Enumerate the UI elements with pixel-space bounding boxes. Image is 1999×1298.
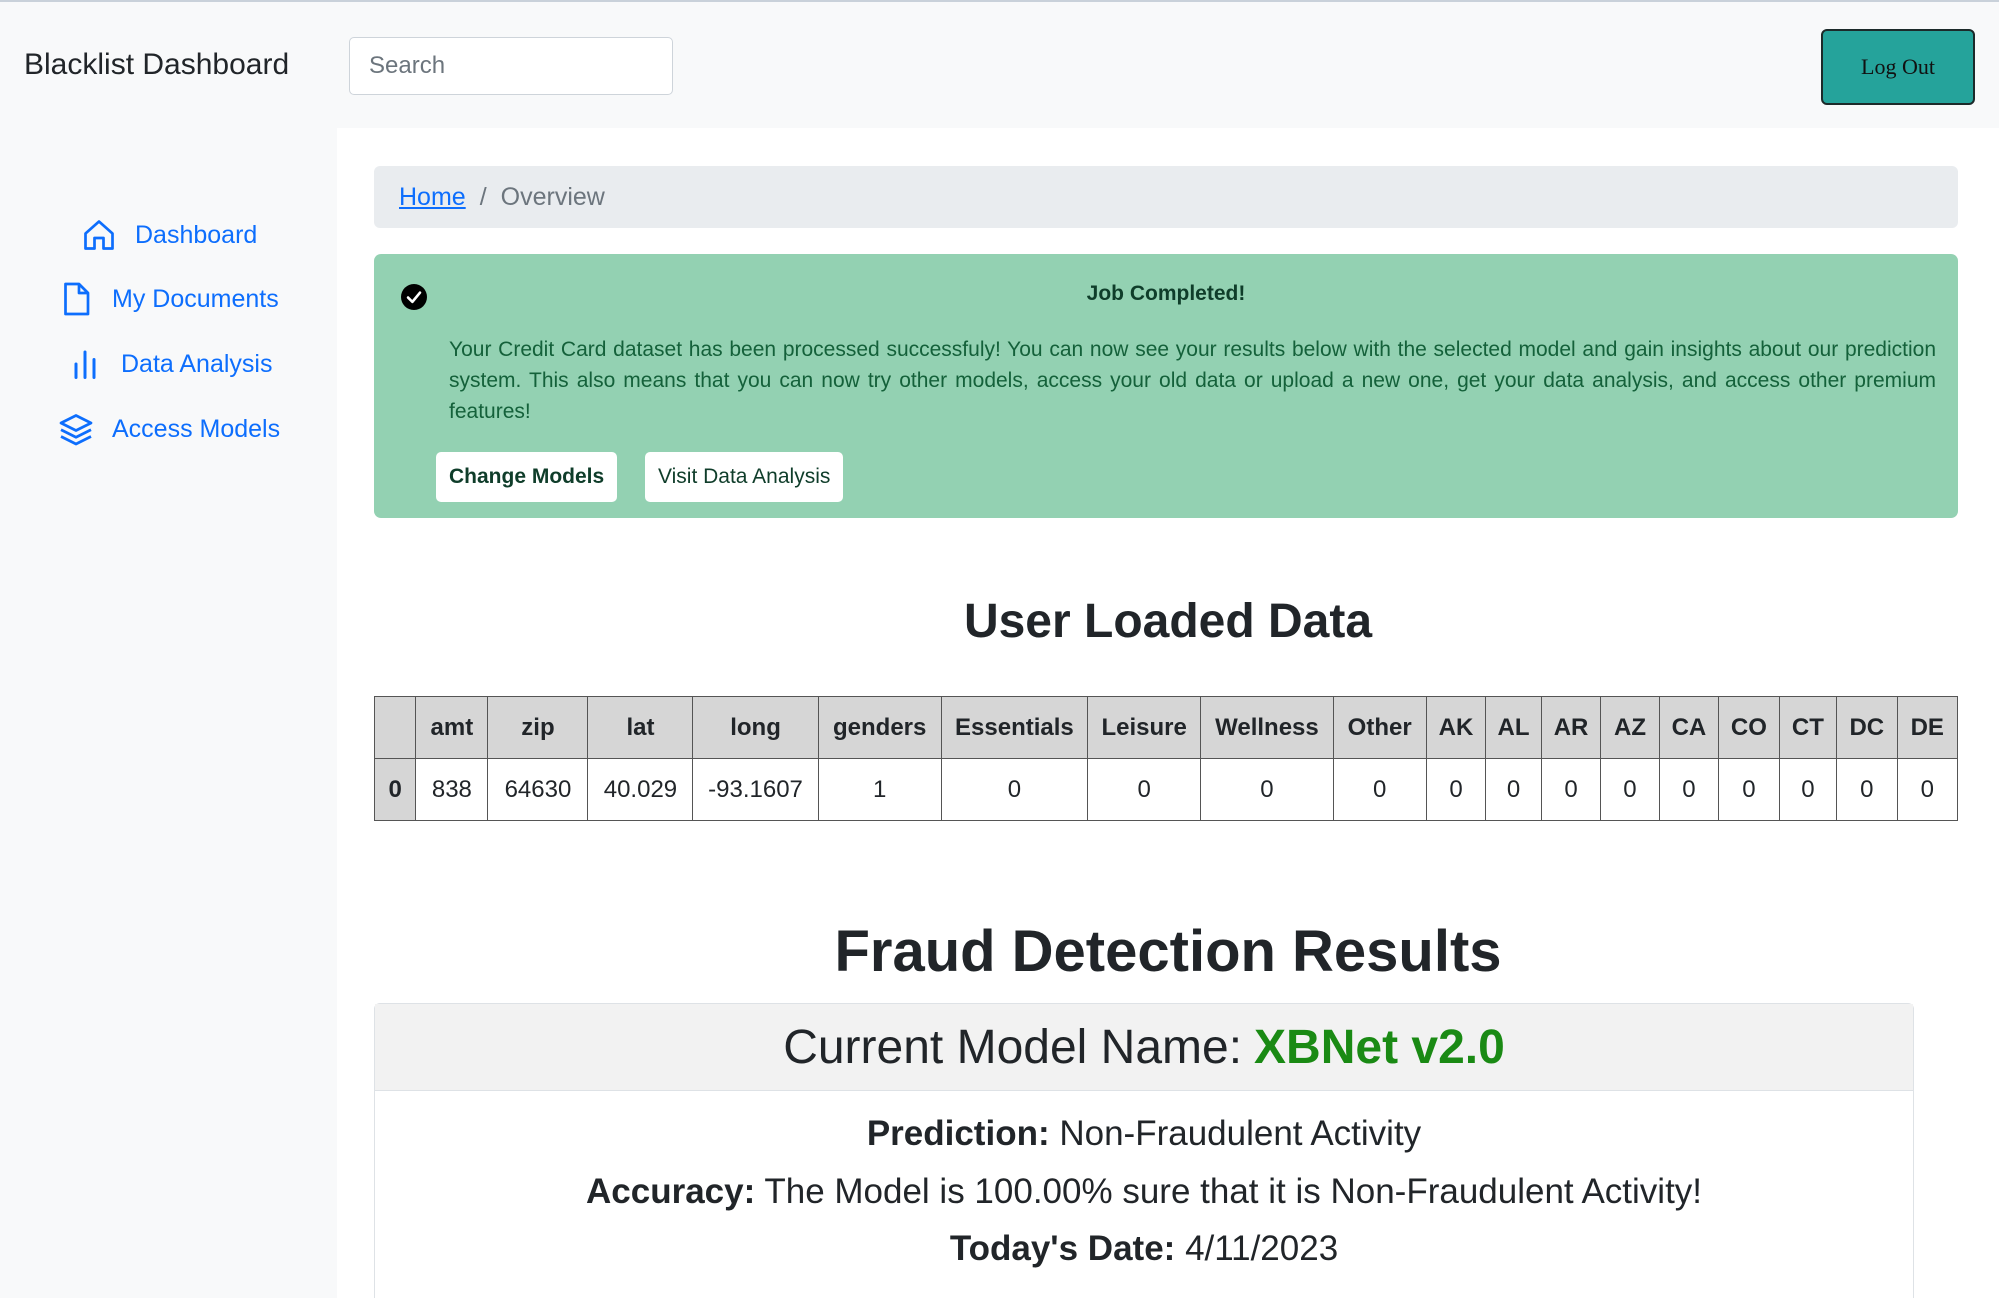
- model-label: Current Model Name:: [783, 1020, 1243, 1074]
- sidebar-item-label: Access Models: [112, 414, 281, 443]
- prediction-label: Prediction:: [866, 1114, 1050, 1153]
- column-header: Leisure: [1087, 696, 1202, 759]
- column-header: AZ: [1600, 696, 1660, 759]
- user-data-heading: User Loaded Data: [963, 595, 1373, 648]
- bar-chart-icon: [74, 350, 96, 379]
- sidebar: Dashboard My Documents Data Analysis Acc…: [5, 128, 337, 1298]
- table-cell: 0: [1485, 758, 1542, 821]
- table-cell: 0: [1658, 758, 1720, 821]
- visit-data-analysis-button[interactable]: Visit Data Analysis: [645, 452, 844, 502]
- table-cell: 64630: [487, 758, 589, 821]
- column-header: [374, 696, 417, 759]
- column-header: DC: [1836, 696, 1898, 759]
- table-cell: 0: [940, 758, 1089, 821]
- table-header-row: amt zip lat long genders Essentials Leis…: [374, 696, 1958, 759]
- column-header: Other: [1332, 696, 1427, 759]
- table-cell: 0: [1087, 758, 1202, 821]
- column-header: amt: [415, 696, 489, 759]
- sidebar-item-label: Dashboard: [135, 220, 258, 249]
- results-card-header: Current Model Name: XBNet v2.0: [375, 1004, 1913, 1091]
- breadcrumb: Home / Overview: [374, 166, 1958, 228]
- column-header: Wellness: [1200, 696, 1334, 759]
- table-cell: 0: [1896, 758, 1958, 821]
- layers-icon: [59, 414, 93, 446]
- accuracy-label: Accuracy:: [585, 1172, 756, 1211]
- brand-title: Blacklist Dashboard: [24, 48, 290, 81]
- table-cell: 1: [817, 758, 942, 821]
- results-card: Current Model Name: XBNet v2.0 Predictio…: [374, 1003, 1914, 1298]
- table-cell: 0: [1718, 758, 1780, 821]
- column-header: CO: [1718, 696, 1780, 759]
- date-label: Today's Date:: [949, 1229, 1176, 1268]
- file-icon: [64, 282, 90, 316]
- column-header: AL: [1485, 696, 1542, 759]
- home-icon: [84, 220, 114, 250]
- column-header: zip: [487, 696, 589, 759]
- sidebar-item-access-models[interactable]: Access Models: [58, 411, 280, 447]
- table-cell: 0: [374, 758, 417, 821]
- column-header: long: [692, 696, 819, 759]
- sidebar-item-data-analysis[interactable]: Data Analysis: [67, 346, 272, 382]
- breadcrumb-current: Overview: [500, 182, 605, 211]
- alert-title: Job Completed!: [1086, 282, 1246, 305]
- logout-button[interactable]: Log Out: [1821, 29, 1975, 105]
- date-value: 4/11/2023: [1185, 1229, 1339, 1268]
- sidebar-item-dashboard[interactable]: Dashboard: [81, 217, 257, 253]
- prediction-line: Prediction: Non-Fraudulent Activity: [375, 1114, 1913, 1154]
- accuracy-value: The Model is 100.00% sure that it is Non…: [764, 1172, 1703, 1211]
- date-line: Today's Date: 4/11/2023: [375, 1229, 1913, 1269]
- breadcrumb-separator: /: [479, 182, 487, 211]
- accuracy-line: Accuracy: The Model is 100.00% sure that…: [375, 1172, 1913, 1212]
- user-data-table: amt zip lat long genders Essentials Leis…: [374, 696, 1958, 821]
- user-data-table-container[interactable]: amt zip lat long genders Essentials Leis…: [374, 696, 1958, 826]
- top-navbar: Blacklist Dashboard Log Out: [0, 0, 1999, 128]
- column-header: AR: [1540, 696, 1602, 759]
- table-cell: -93.1607: [692, 758, 819, 821]
- table-cell: 40.029: [587, 758, 694, 821]
- table-cell: 0: [1836, 758, 1898, 821]
- search-input[interactable]: [349, 37, 673, 95]
- breadcrumb-home-link[interactable]: Home: [399, 183, 466, 212]
- prediction-value: Non-Fraudulent Activity: [1059, 1114, 1422, 1153]
- table-cell: 0: [1332, 758, 1427, 821]
- main-content: Home / Overview Job Completed! Your Cred…: [337, 128, 1999, 1298]
- change-models-button[interactable]: Change Models: [436, 452, 618, 502]
- alert-message: Your Credit Card dataset has been proces…: [449, 338, 1936, 423]
- column-header: genders: [817, 696, 942, 759]
- model-name: XBNet v2.0: [1254, 1020, 1505, 1074]
- table-cell: 0: [1540, 758, 1602, 821]
- fraud-results-heading: Fraud Detection Results: [834, 919, 1502, 984]
- sidebar-item-label: Data Analysis: [121, 349, 273, 378]
- table-cell: 0: [1200, 758, 1334, 821]
- table-cell: 838: [415, 758, 489, 821]
- table-cell: 0: [1425, 758, 1487, 821]
- success-alert: Job Completed! Your Credit Card dataset …: [374, 254, 1958, 518]
- column-header: lat: [587, 696, 694, 759]
- sidebar-item-label: My Documents: [112, 284, 279, 313]
- sidebar-item-my-documents[interactable]: My Documents: [58, 281, 279, 317]
- column-header: DE: [1896, 696, 1958, 759]
- table-cell: 0: [1600, 758, 1660, 821]
- table-row: 0 838 64630 40.029 -93.1607 1 0 0 0 0 0 …: [374, 758, 1958, 821]
- column-header: Essentials: [940, 696, 1089, 759]
- column-header: AK: [1425, 696, 1487, 759]
- column-header: CA: [1658, 696, 1720, 759]
- column-header: CT: [1778, 696, 1838, 759]
- table-cell: 0: [1778, 758, 1838, 821]
